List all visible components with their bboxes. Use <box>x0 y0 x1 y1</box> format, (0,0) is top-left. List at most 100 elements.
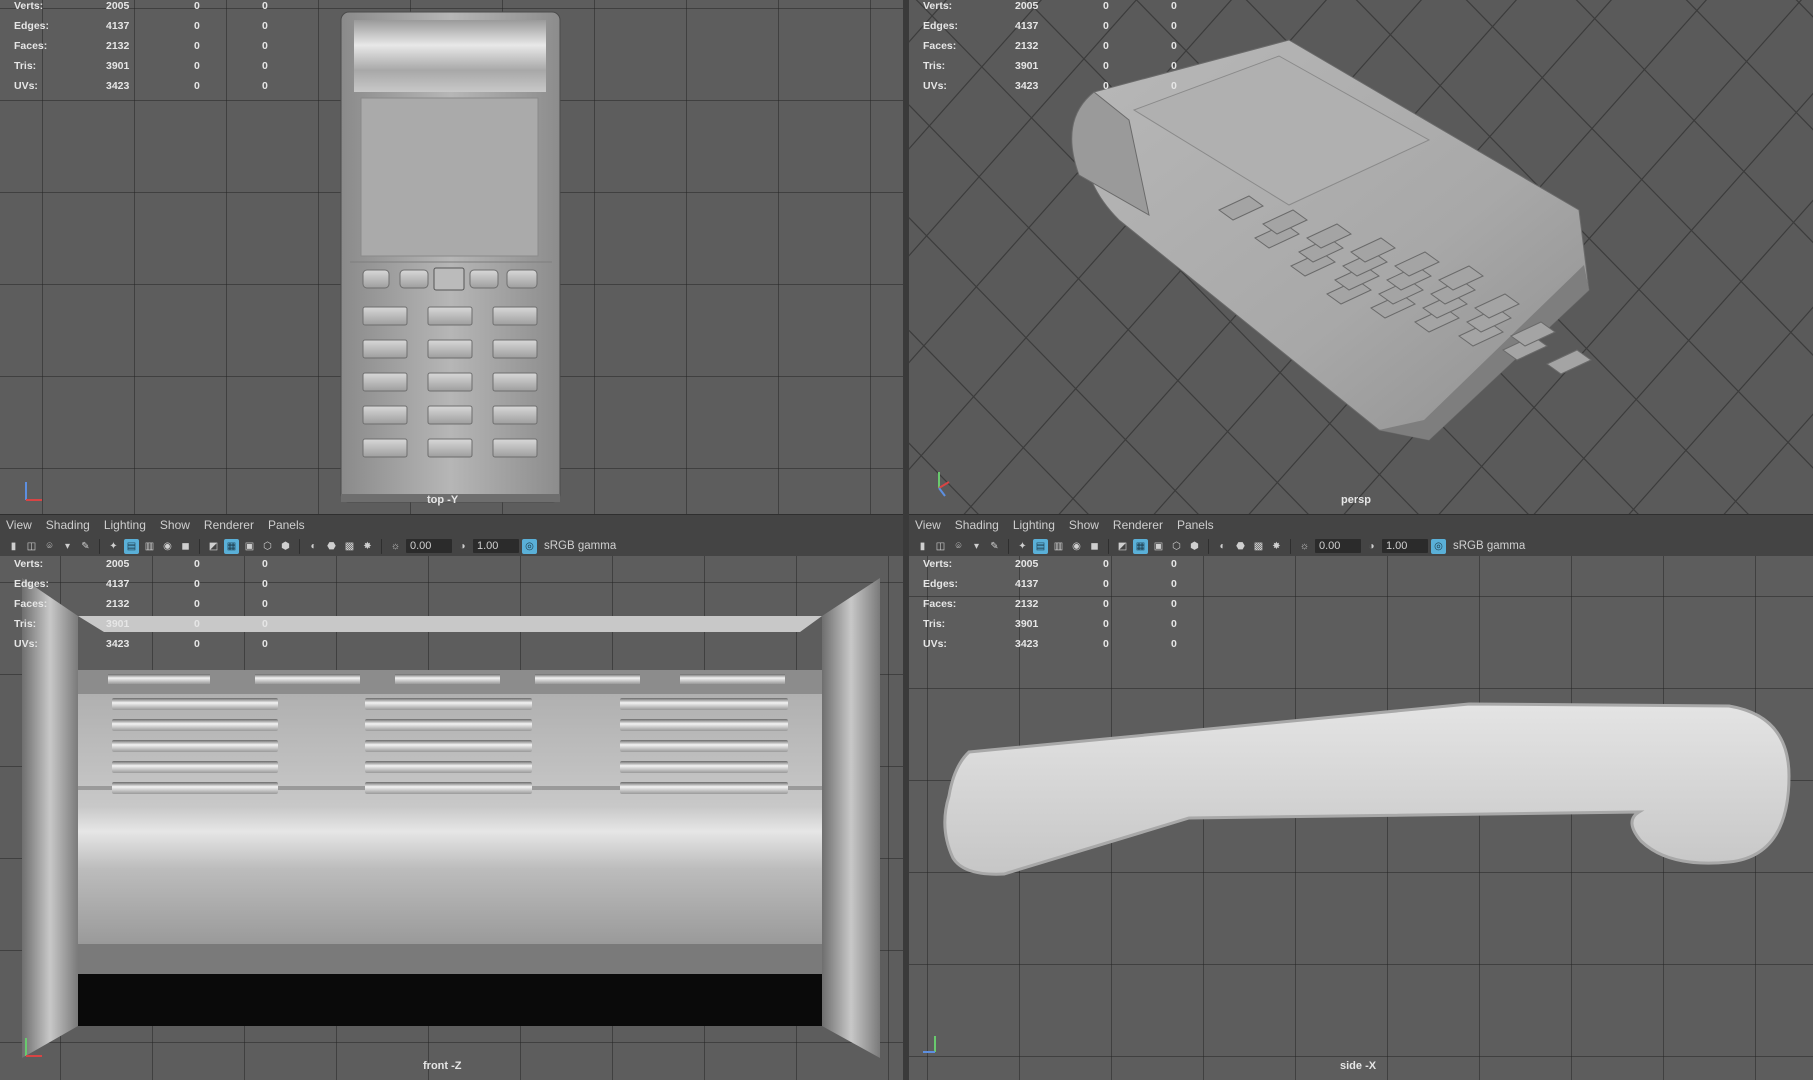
lights-icon[interactable]: ⬢ <box>1187 539 1202 554</box>
gate-mask-icon[interactable]: ▥ <box>142 539 157 554</box>
image-plane-icon[interactable]: ▾ <box>60 539 75 554</box>
film-gate-icon[interactable]: ✦ <box>106 539 121 554</box>
menu-lighting[interactable]: Lighting <box>98 515 154 535</box>
film-gate-icon[interactable]: ✦ <box>1015 539 1030 554</box>
exposure-icon[interactable]: ☼ <box>1297 539 1312 554</box>
hud-value: 3423 <box>1015 80 1039 92</box>
key <box>492 372 538 392</box>
xray-joints-icon[interactable]: ▩ <box>1251 539 1266 554</box>
key-edge <box>365 782 532 794</box>
wireframe-icon[interactable]: ◩ <box>206 539 221 554</box>
safe-action-icon[interactable]: ◼ <box>178 539 193 554</box>
isolate-icon[interactable]: ✸ <box>1269 539 1284 554</box>
toolbar-separator <box>1108 538 1109 554</box>
key <box>362 372 408 392</box>
lights-icon[interactable]: ⬢ <box>278 539 293 554</box>
menu-lighting[interactable]: Lighting <box>1007 515 1063 535</box>
wire-on-shaded-icon[interactable]: ▣ <box>242 539 257 554</box>
exposure-icon[interactable]: ☼ <box>388 539 403 554</box>
viewport-divider[interactable] <box>903 0 909 1080</box>
panel-toolbar-left: View Shading Lighting Show Renderer Panels ▮ ◫… <box>0 514 903 558</box>
key-edge <box>112 698 278 710</box>
menu-shading[interactable]: Shading <box>40 515 98 535</box>
hud-value: 2132 <box>106 598 130 610</box>
gate-mask-icon[interactable]: ▥ <box>1051 539 1066 554</box>
xray-icon[interactable]: ⬣ <box>324 539 339 554</box>
shadows-icon[interactable]: ◐ <box>306 539 321 554</box>
color-management-icon[interactable]: ◎ <box>1431 538 1446 554</box>
field-chart-icon[interactable]: ◉ <box>160 539 175 554</box>
textured-icon[interactable]: ⬡ <box>1169 539 1184 554</box>
hud-value: 3423 <box>1015 638 1039 650</box>
key <box>362 405 408 425</box>
hud-label: Faces: <box>923 598 957 610</box>
menu-renderer[interactable]: Renderer <box>1107 515 1171 535</box>
resolution-gate-icon[interactable]: ▤ <box>1033 538 1048 554</box>
field-chart-icon[interactable]: ◉ <box>1069 539 1084 554</box>
axis-gizmo-icon <box>25 1038 42 1057</box>
hud-value: 2005 <box>1015 558 1039 570</box>
menu-panels[interactable]: Panels <box>1171 515 1222 535</box>
gamma-field[interactable]: 1.00 <box>1382 539 1428 553</box>
menu-show[interactable]: Show <box>154 515 198 535</box>
hud-label: UVs: <box>14 80 38 92</box>
xray-joints-icon[interactable]: ▩ <box>342 539 357 554</box>
color-management-icon[interactable]: ◎ <box>522 538 537 554</box>
color-space-label[interactable]: sRGB gamma <box>1449 540 1525 552</box>
viewport-front[interactable]: front -Z Verts: 2005 0 0 Edges: 4137 0 0 Faces: 2… <box>0 556 903 1080</box>
hud-label: Verts: <box>14 558 44 570</box>
smooth-shade-icon[interactable]: ▦ <box>1133 538 1148 554</box>
menu-shading[interactable]: Shading <box>949 515 1007 535</box>
viewport-persp[interactable]: persp Verts: 2005 0 0 Edges: 4137 0 0 Faces: 2132… <box>909 0 1813 514</box>
hud-value: 0 <box>1171 578 1177 590</box>
viewport-side[interactable]: side -X Verts: 2005 0 0 Edges: 4137 0 0 Faces: 21… <box>909 556 1813 1080</box>
toolbar-separator <box>199 538 200 554</box>
bookmark-icon[interactable]: ⌾ <box>951 539 966 554</box>
gamma-field[interactable]: 1.00 <box>473 539 519 553</box>
key <box>427 372 473 392</box>
select-camera-icon[interactable]: ▮ <box>6 539 21 554</box>
exposure-field[interactable]: 0.00 <box>406 539 452 553</box>
hud-value: 0 <box>194 598 200 610</box>
xray-icon[interactable]: ⬣ <box>1233 539 1248 554</box>
key-edge <box>365 698 532 710</box>
gamma-icon[interactable]: ◑ <box>455 539 470 554</box>
camera-attr-icon[interactable]: ◫ <box>24 539 39 554</box>
resolution-gate-icon[interactable]: ▤ <box>124 538 139 554</box>
camera-attr-icon[interactable]: ◫ <box>933 539 948 554</box>
panel-icon-toolbar: ▮ ◫ ⌾ ▾ ✎ ✦ ▤ ▥ ◉ ◼ ◩ ▦ ▣ ⬡ ⬢ ◐ ⬣ ▩ ✸ ☼ 0.00 ◑ 1.00 ◎ sRGB gamma <box>0 536 616 556</box>
exposure-field[interactable]: 0.00 <box>1315 539 1361 553</box>
hud-value: 3901 <box>106 60 130 72</box>
menu-show[interactable]: Show <box>1063 515 1107 535</box>
safe-action-icon[interactable]: ◼ <box>1087 539 1102 554</box>
smooth-shade-icon[interactable]: ▦ <box>224 538 239 554</box>
wire-on-shaded-icon[interactable]: ▣ <box>1151 539 1166 554</box>
toolbar-separator <box>99 538 100 554</box>
camera-label-top: top -Y <box>427 494 459 506</box>
hud-label: UVs: <box>923 80 947 92</box>
menu-view[interactable]: View <box>909 515 949 535</box>
gamma-icon[interactable]: ◑ <box>1364 539 1379 554</box>
isolate-icon[interactable]: ✸ <box>360 539 375 554</box>
color-space-label[interactable]: sRGB gamma <box>540 540 616 552</box>
textured-icon[interactable]: ⬡ <box>260 539 275 554</box>
hud-label: Verts: <box>923 0 953 12</box>
hud-label: Faces: <box>14 40 48 52</box>
bookmark-icon[interactable]: ⌾ <box>42 539 57 554</box>
menu-panels[interactable]: Panels <box>262 515 313 535</box>
menu-view[interactable]: View <box>0 515 40 535</box>
grid-icon[interactable]: ✎ <box>78 539 93 554</box>
hud-label: Edges: <box>14 578 50 590</box>
hud-value: 2132 <box>1015 598 1039 610</box>
viewport-top[interactable]: top -Y Verts: 2005 0 0 Edges: 4137 0 0 Faces: 213… <box>0 0 903 514</box>
axis-gizmo-icon <box>938 472 950 497</box>
shadows-icon[interactable]: ◐ <box>1215 539 1230 554</box>
hud-value: 0 <box>1171 80 1177 92</box>
image-plane-icon[interactable]: ▾ <box>969 539 984 554</box>
wireframe-icon[interactable]: ◩ <box>1115 539 1130 554</box>
menu-renderer[interactable]: Renderer <box>198 515 262 535</box>
panel-menu: View Shading Lighting Show Renderer Panels <box>909 515 1222 535</box>
select-camera-icon[interactable]: ▮ <box>915 539 930 554</box>
grid-icon[interactable]: ✎ <box>987 539 1002 554</box>
hud-label: Tris: <box>14 60 37 72</box>
